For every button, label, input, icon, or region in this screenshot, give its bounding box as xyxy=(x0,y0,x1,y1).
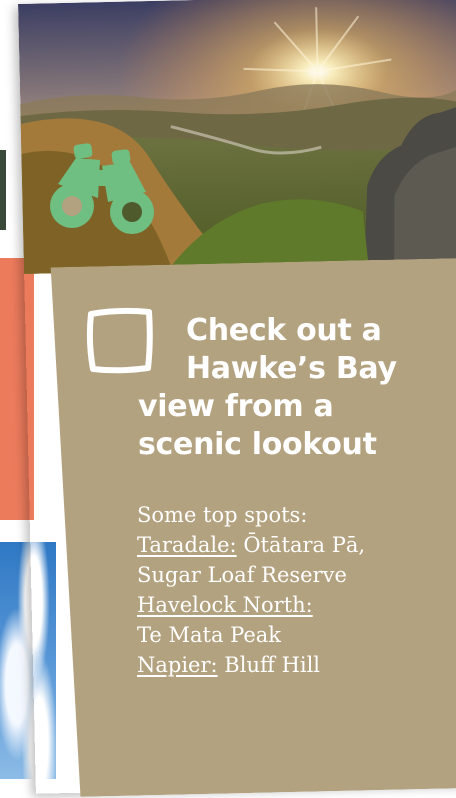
list-item: Taradale: Ōtātara Pā, xyxy=(137,530,437,560)
binoculars-icon xyxy=(50,143,154,234)
list-item: Napier: Bluff Hill xyxy=(137,650,437,680)
spot-detail-continued: Sugar Loaf Reserve xyxy=(137,563,347,587)
spot-location-napier: Napier: xyxy=(137,653,218,677)
spots-intro: Some top spots: xyxy=(137,503,308,527)
activity-heading: Check out a Hawke’s Bay view from a scen… xyxy=(138,312,438,464)
neighbour-card-edge xyxy=(0,150,6,230)
heading-line-4: scenic lookout xyxy=(138,427,377,462)
spot-location-havelock-north: Havelock North: xyxy=(137,593,313,617)
heading-line-1: Check out a xyxy=(186,313,382,348)
spot-detail: Ōtātara Pā, xyxy=(243,533,366,557)
heading-line-2: Hawke’s Bay xyxy=(186,351,397,386)
list-item: Havelock North: xyxy=(137,590,437,620)
spot-detail: Te Mata Peak xyxy=(137,623,281,647)
spot-location-taradale: Taradale: xyxy=(137,533,237,557)
heading-line-3: view from a xyxy=(138,389,334,424)
spot-detail: Bluff Hill xyxy=(224,653,321,677)
top-spots-list: Some top spots: Taradale: Ōtātara Pā, Su… xyxy=(137,500,437,680)
